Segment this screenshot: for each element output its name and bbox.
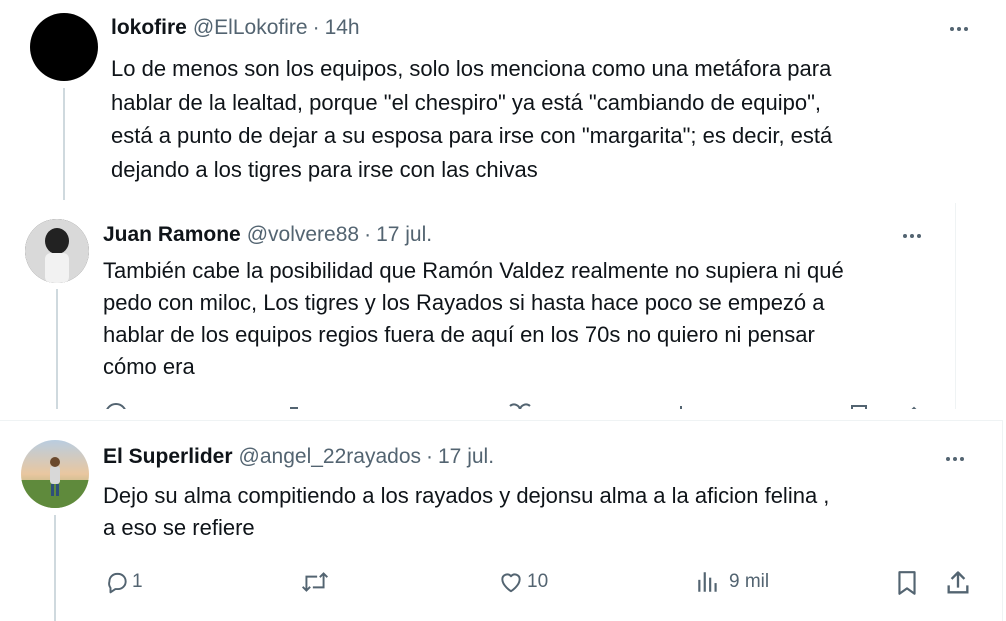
avatar[interactable]	[30, 13, 98, 81]
author-handle[interactable]: @ElLokofire	[193, 16, 308, 40]
separator: ·	[312, 16, 320, 39]
separator: ·	[426, 445, 433, 468]
avatar[interactable]	[21, 440, 89, 508]
author-name[interactable]: Juan Ramone	[103, 223, 241, 247]
repost-icon	[301, 572, 329, 592]
share-icon	[947, 571, 969, 594]
author-name[interactable]: El Superlider	[103, 445, 233, 469]
timestamp[interactable]: 14h	[325, 16, 360, 40]
views-count: 9 mil	[729, 571, 770, 592]
like-icon	[501, 573, 521, 593]
reply-button[interactable]: 1	[104, 569, 143, 595]
tweet-text: También cabe la posibilidad que Ramón Va…	[103, 258, 844, 379]
views-button[interactable]: 9 mil	[695, 569, 769, 595]
more-icon[interactable]	[903, 234, 921, 238]
clipped-action-bar	[100, 402, 930, 409]
tweet-lokofire[interactable]: lokofire @ElLokofire · 14h Lo de menos s…	[0, 0, 1006, 200]
more-icon[interactable]	[946, 457, 964, 461]
reply-count: 1	[132, 571, 143, 592]
like-count: 10	[527, 571, 549, 592]
author-handle[interactable]: @volvere88	[247, 223, 359, 247]
tweet-header: Juan Ramone @volvere88 · 17 jul.	[103, 223, 432, 247]
tweet-el-superlider[interactable]: El Superlider @angel_22rayados · 17 jul.…	[0, 420, 1003, 621]
tweet-text: Dejo su alma compitiendo a los rayados y…	[103, 483, 830, 540]
separator: ·	[364, 223, 372, 246]
views-icon	[698, 572, 717, 592]
more-icon[interactable]	[950, 27, 968, 31]
thread-line	[56, 289, 58, 409]
tweet-header: El Superlider @angel_22rayados · 17 jul.	[103, 445, 494, 469]
like-button[interactable]: 10	[498, 569, 548, 595]
action-bar: 1 10 9 mil	[0, 567, 1002, 601]
timestamp[interactable]: 17 jul.	[438, 445, 494, 469]
tweet-header: lokofire @ElLokofire · 14h	[111, 16, 360, 40]
reply-icon	[108, 572, 127, 594]
bookmark-icon	[898, 571, 916, 595]
tweet-juan-ramone[interactable]: Juan Ramone @volvere88 · 17 jul. También…	[0, 203, 956, 409]
author-name[interactable]: lokofire	[111, 16, 187, 40]
timestamp[interactable]: 17 jul.	[376, 223, 432, 247]
repost-button[interactable]	[300, 569, 336, 595]
author-handle[interactable]: @angel_22rayados	[239, 445, 421, 469]
thread-line	[63, 88, 65, 200]
bookmark-button[interactable]	[894, 569, 920, 597]
tweet-text: Lo de menos son los equipos, solo los me…	[111, 56, 833, 182]
share-button[interactable]	[944, 569, 972, 597]
avatar[interactable]	[25, 219, 89, 283]
